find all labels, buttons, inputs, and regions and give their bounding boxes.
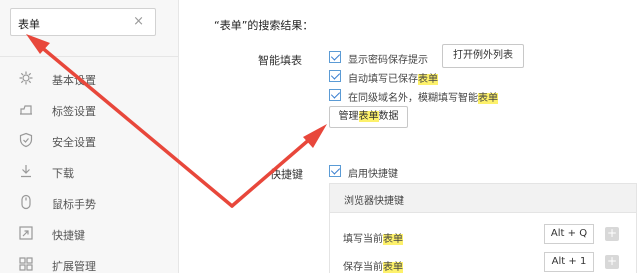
shortcut-key-field[interactable]: Alt + 1 [544,252,594,272]
search-result-title: “表单”的搜索结果： [214,19,314,32]
sidebar-item-label: 快捷键 [52,229,85,242]
sidebar-item-extensions[interactable]: 扩展管理 [0,253,179,273]
sidebar: 表单 × 基本设置 标签设置 安全设置 下载 鼠标手势 快捷键 扩展管理 [0,0,179,273]
shortcuts-section-label: 快捷键 [270,168,303,181]
option-label: 在同级域名外，模糊填写智能表单 [348,93,498,104]
open-exceptions-button[interactable]: 打开例外列表 [442,44,524,68]
settings-main: “表单”的搜索结果： 智能填表 显示密码保存提示 打开例外列表 自动填写已保存表… [180,0,639,273]
sidebar-item-basic[interactable]: 基本设置 [0,67,179,91]
sidebar-item-shortcuts[interactable]: 快捷键 [0,222,179,246]
search-input-value: 表单 [18,18,40,31]
option-label: 显示密码保存提示 [348,55,428,66]
shortcut-name: 填写当前表单 [343,234,403,245]
browser-shortcuts-title: 浏览器快捷键 [344,196,404,207]
shield-icon [19,132,33,148]
sidebar-item-label: 下载 [52,167,74,180]
sidebar-item-label: 标签设置 [52,105,96,118]
fuzzy-autofill-checkbox[interactable] [329,89,341,101]
extension-icon [19,257,33,271]
sidebar-item-mouse-gesture[interactable]: 鼠标手势 [0,191,179,215]
shortcut-key-field[interactable]: Alt + Q [544,224,594,244]
search-input[interactable]: 表单 × [10,8,156,36]
sidebar-item-download[interactable]: 下载 [0,160,179,184]
password-save-prompt-checkbox[interactable] [329,51,341,63]
shortcut-icon [19,226,33,240]
add-shortcut-icon[interactable]: + [605,227,619,241]
autofill-saved-forms-checkbox[interactable] [329,70,341,82]
sidebar-item-label: 基本设置 [52,74,96,87]
sidebar-item-label: 安全设置 [52,136,96,149]
option-label: 启用快捷键 [348,169,398,180]
sidebar-divider [0,56,179,57]
sidebar-item-label: 鼠标手势 [52,198,96,211]
shortcut-name: 保存当前表单 [343,262,403,273]
autofill-section-label: 智能填表 [258,54,302,67]
add-shortcut-icon[interactable]: + [605,255,619,269]
gear-icon [19,71,33,85]
clear-search-icon[interactable]: × [133,14,144,30]
sidebar-item-tabs[interactable]: 标签设置 [0,98,179,122]
browser-shortcuts-header: 浏览器快捷键 [329,183,637,213]
enable-shortcuts-checkbox[interactable] [329,165,341,177]
sidebar-item-label: 扩展管理 [52,260,96,273]
mouse-icon [21,194,31,210]
download-icon [21,165,31,178]
manage-form-data-button[interactable]: 管理表单数据 [329,106,408,128]
option-label: 自动填写已保存表单 [348,74,438,85]
sidebar-item-security[interactable]: 安全设置 [0,129,179,153]
tab-icon [20,105,32,115]
